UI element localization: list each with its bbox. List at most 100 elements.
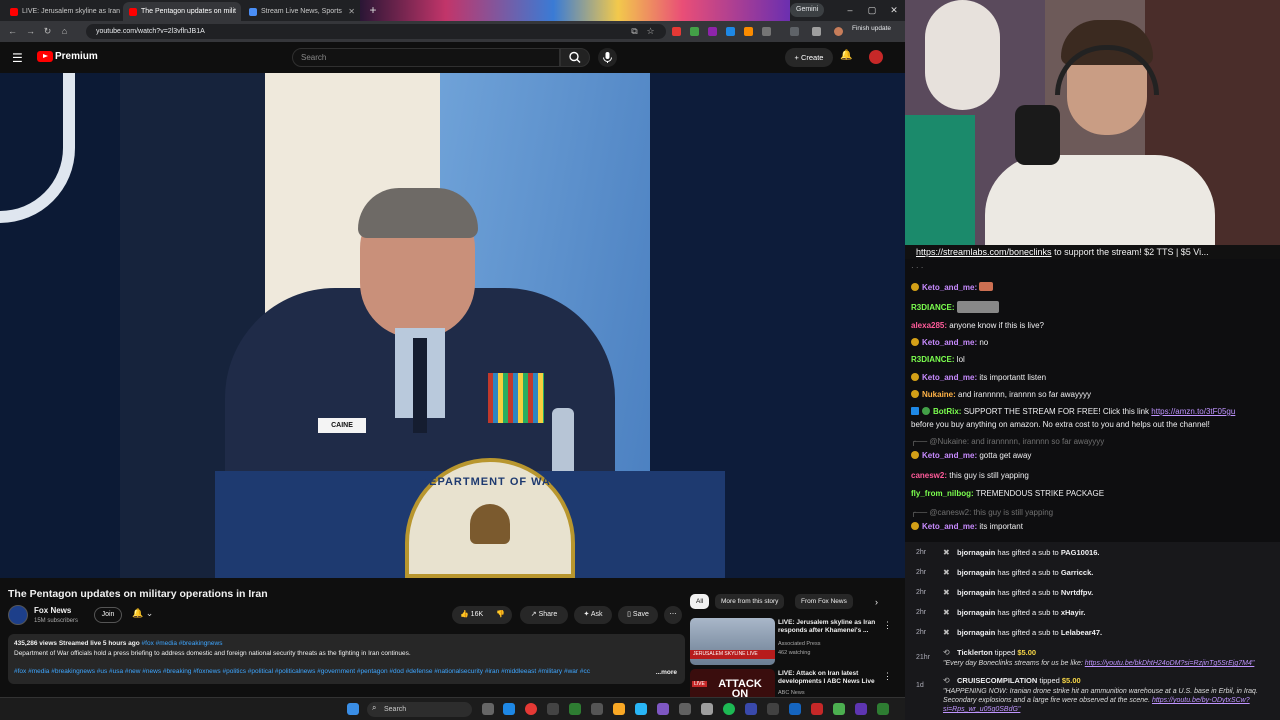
channel-name[interactable]: Fox News	[34, 606, 71, 615]
description-hashtags[interactable]: #fox #media #breakingnews #us #usa #new …	[14, 667, 634, 677]
close-window-button[interactable]: ✕	[885, 3, 903, 17]
app-icon[interactable]	[811, 703, 823, 715]
app-icon[interactable]	[503, 703, 515, 715]
extension-icon[interactable]	[744, 27, 753, 36]
app-icon[interactable]	[569, 703, 581, 715]
thumbs-down-icon[interactable]: 👎	[496, 606, 505, 624]
chip-from-fox-news[interactable]: From Fox News	[795, 594, 853, 609]
app-icon[interactable]	[591, 703, 603, 715]
like-count: 16K	[470, 611, 484, 618]
app-icon[interactable]	[833, 703, 845, 715]
chat-username[interactable]: Nukaine:	[922, 390, 956, 399]
tip-link-continued[interactable]: si=Rps_wr_u05g0SBdG"	[943, 706, 1020, 713]
chat-username[interactable]: R3DIANCE:	[911, 303, 955, 312]
chip-all[interactable]: All	[690, 594, 710, 609]
more-actions-icon[interactable]: ⋯	[664, 606, 682, 624]
like-button[interactable]: 👍 16K 👎	[452, 606, 512, 624]
extension-icon[interactable]	[708, 27, 717, 36]
extensions-puzzle-icon[interactable]	[762, 27, 771, 36]
back-icon[interactable]: ←	[6, 25, 19, 38]
share-button[interactable]: ↗ Share	[520, 606, 568, 624]
tab-stream-live-news[interactable]: Stream Live News, Sports ✕	[243, 2, 361, 21]
voice-search-button[interactable]	[598, 48, 617, 67]
minimize-button[interactable]: –	[841, 3, 859, 17]
app-icon[interactable]	[855, 703, 867, 715]
recommendation-title[interactable]: LIVE: Attack on Iran latest developments…	[778, 670, 880, 686]
spotify-icon[interactable]	[723, 703, 735, 715]
install-icon[interactable]: ⧉	[628, 25, 641, 38]
chat-username[interactable]: BotRix:	[933, 407, 961, 416]
show-more-link[interactable]: ...more	[656, 668, 677, 678]
task-view-icon[interactable]	[482, 703, 494, 715]
account-avatar[interactable]	[869, 50, 883, 64]
recommendation-thumbnail[interactable]: JERUSALEM SKYLINE LIVE	[690, 618, 775, 665]
chip-more-from-story[interactable]: More from this story	[715, 594, 785, 609]
amazon-link[interactable]: https://amzn.to/3tF05gu	[1151, 407, 1235, 416]
app-icon[interactable]	[877, 703, 889, 715]
meta-hashtags[interactable]: #fox #media #breakingnews	[142, 640, 223, 647]
app-icon[interactable]	[701, 703, 713, 715]
search-input[interactable]: Search	[292, 48, 560, 67]
profile-avatar[interactable]	[834, 27, 843, 36]
reload-icon[interactable]: ↻	[41, 25, 54, 38]
forward-icon[interactable]: →	[24, 25, 37, 38]
maximize-button[interactable]: ▢	[863, 3, 881, 17]
notifications-bell-icon[interactable]: 🔔	[840, 50, 852, 61]
chat-message: fly_from_nilbog: TREMENDOUS STRIKE PACKA…	[911, 489, 1104, 499]
youtube-logo-icon[interactable]	[37, 51, 53, 62]
chevron-right-icon[interactable]: ›	[875, 597, 878, 607]
more-options-icon[interactable]: ⋮	[883, 620, 892, 631]
app-icon[interactable]	[789, 703, 801, 715]
extension-icon[interactable]	[672, 27, 681, 36]
app-icon[interactable]	[679, 703, 691, 715]
chat-username[interactable]: Keto_and_me:	[922, 522, 977, 531]
chat-username[interactable]: alexa285:	[911, 321, 947, 330]
search-button[interactable]	[560, 48, 590, 67]
channel-avatar[interactable]	[8, 605, 28, 625]
chat-username[interactable]: canesw2:	[911, 471, 947, 480]
finish-update-button[interactable]: Finish update	[852, 25, 891, 32]
app-icon[interactable]	[547, 703, 559, 715]
chat-username[interactable]: R3DIANCE:	[911, 355, 955, 364]
tab-pentagon[interactable]: The Pentagon updates on milit ✕	[123, 2, 241, 21]
create-button[interactable]: + Create	[785, 48, 833, 67]
app-icon[interactable]	[767, 703, 779, 715]
chat-username[interactable]: Keto_and_me:	[922, 338, 977, 347]
discord-icon[interactable]	[657, 703, 669, 715]
download-icon[interactable]	[812, 27, 821, 36]
windows-start-icon[interactable]	[347, 703, 359, 715]
chrome-icon[interactable]	[525, 703, 537, 715]
home-icon[interactable]: ⌂	[58, 25, 71, 38]
app-icon[interactable]	[745, 703, 757, 715]
hamburger-menu-icon[interactable]: ☰	[12, 51, 23, 65]
join-button[interactable]: Join	[94, 607, 122, 623]
subscription-bell-icon[interactable]: 🔔 ⌄	[132, 608, 153, 619]
extension-icon[interactable]	[726, 27, 735, 36]
streamlabs-link[interactable]: https://streamlabs.com/boneclinks	[916, 247, 1052, 257]
taskbar-search[interactable]: Search	[367, 702, 472, 717]
url-field[interactable]: youtube.com/watch?v=2l3vflnJB1A	[86, 24, 666, 39]
chat-username[interactable]: Keto_and_me:	[922, 373, 977, 382]
chat-username[interactable]: Keto_and_me:	[922, 451, 977, 460]
sidebar-icon[interactable]	[790, 27, 799, 36]
recommendation-title[interactable]: LIVE: Jerusalem skyline as Iran responds…	[778, 619, 880, 635]
close-tab-icon[interactable]: ✕	[240, 2, 241, 21]
bookmark-star-icon[interactable]: ☆	[644, 25, 657, 38]
more-options-icon[interactable]: ⋮	[883, 671, 892, 682]
extension-icon[interactable]	[690, 27, 699, 36]
tab-jerusalem[interactable]: LIVE: Jerusalem skyline as Iran ✕	[4, 2, 122, 21]
tip-link[interactable]: https://youtu.be/bkDhtH24oDM?si=RzjinTg5…	[1085, 660, 1255, 667]
new-tab-button[interactable]: +	[366, 3, 380, 17]
chat-username[interactable]: Keto_and_me:	[922, 283, 977, 292]
tip-link[interactable]: https://youtu.be/by-ODytxSCw?	[1152, 697, 1250, 704]
app-icon[interactable]	[635, 703, 647, 715]
video-player[interactable]: CAINE DEPARTMENT OF WAR	[0, 73, 905, 578]
ask-button[interactable]: ✦ Ask	[574, 606, 612, 624]
chat-username[interactable]: fly_from_nilbog:	[911, 489, 974, 498]
close-tab-icon[interactable]: ✕	[348, 2, 355, 21]
save-button[interactable]: ▯ Save	[618, 606, 658, 624]
file-explorer-icon[interactable]	[613, 703, 625, 715]
youtube-premium-brand[interactable]: Premium	[55, 51, 98, 62]
gemini-button[interactable]: Gemini	[790, 3, 825, 17]
description-box[interactable]: 435,286 views Streamed live 5 hours ago …	[8, 634, 685, 684]
